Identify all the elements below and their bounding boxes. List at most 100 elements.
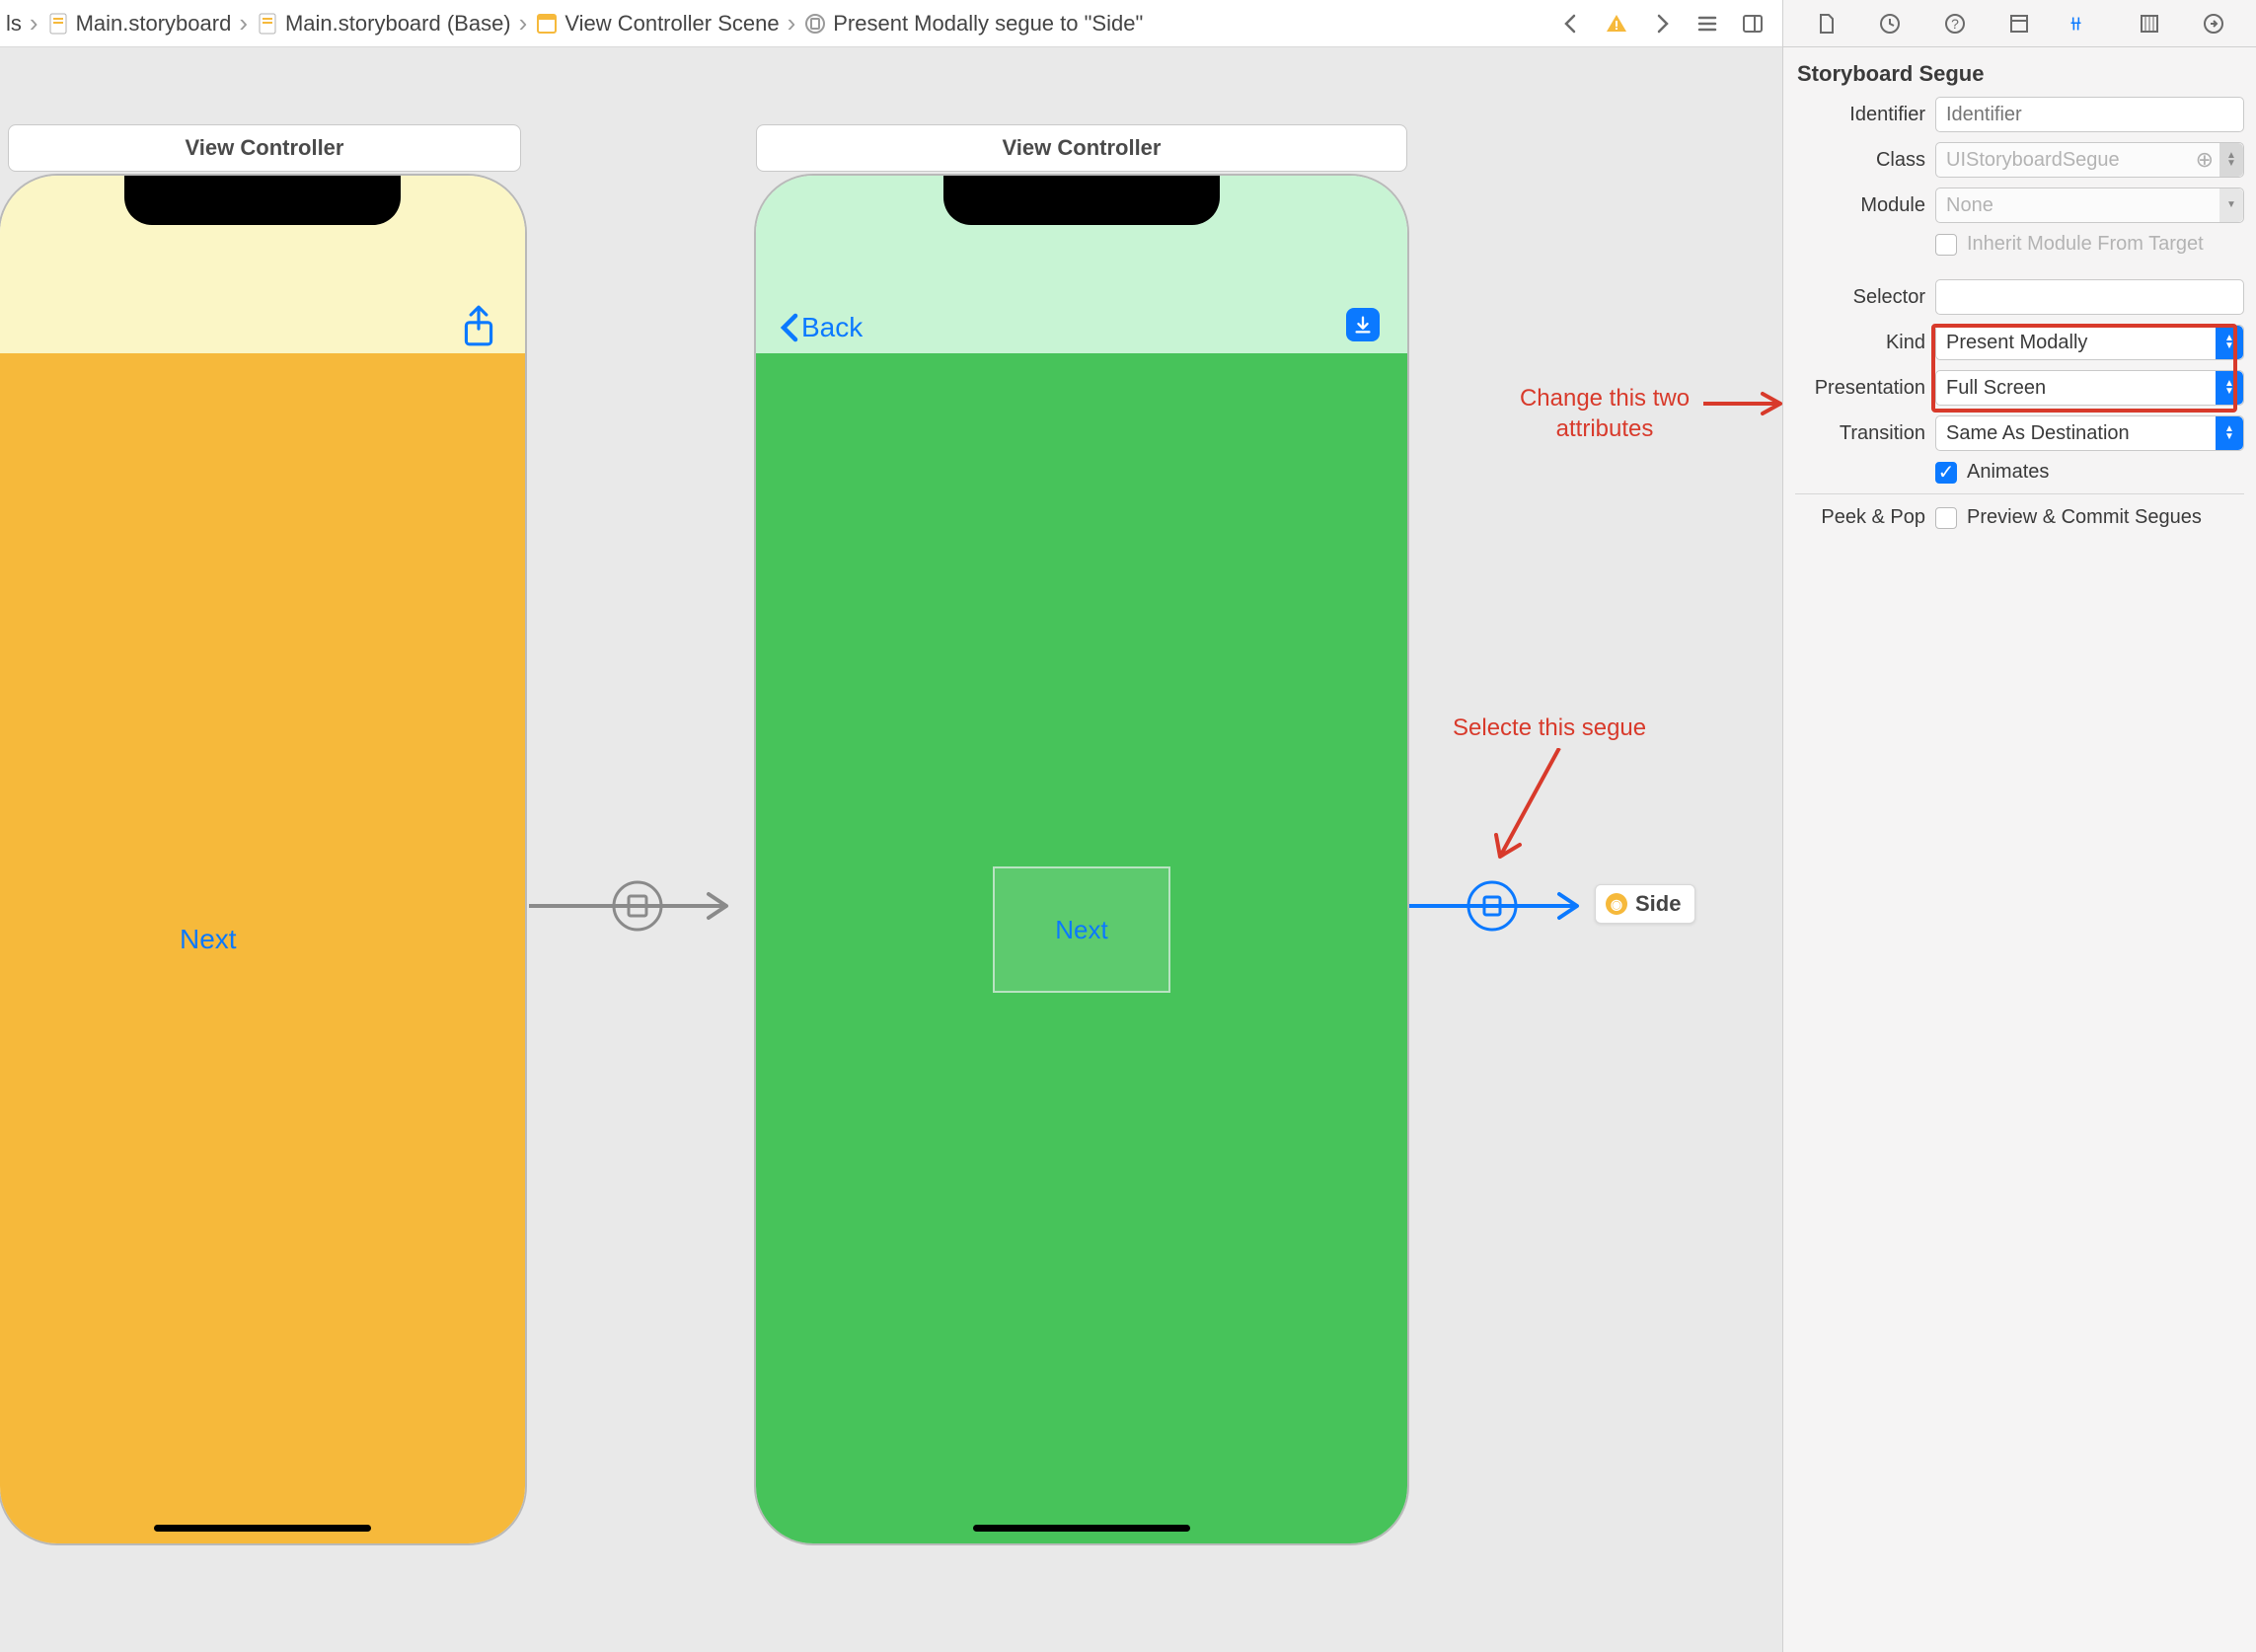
field-label: Presentation xyxy=(1795,377,1935,400)
assistant-toggle-button[interactable] xyxy=(1739,10,1767,38)
transition-select[interactable]: Same As Destination ▲▼ xyxy=(1935,415,2244,451)
identity-inspector-tab[interactable] xyxy=(2002,7,2036,40)
viewcontroller-icon: ◉ xyxy=(1606,893,1627,915)
svg-text:?: ? xyxy=(1951,16,1959,32)
connections-inspector-tab[interactable] xyxy=(2197,7,2230,40)
breadcrumb-label: ls xyxy=(6,11,22,37)
select-value: Present Modally xyxy=(1946,332,2087,354)
history-back-button[interactable] xyxy=(1557,10,1585,38)
checkbox-label: Animates xyxy=(1967,461,2049,484)
inspector-tab-bar: ? xyxy=(1783,0,2256,47)
scene-title-bar[interactable]: View Controller xyxy=(756,124,1407,172)
history-forward-button[interactable] xyxy=(1648,10,1676,38)
field-label: Module xyxy=(1795,194,1935,217)
dropdown-arrow-icon: ▲▼ xyxy=(2219,143,2243,177)
device-frame-2[interactable]: Back Next xyxy=(754,174,1409,1545)
chevron-right-icon: › xyxy=(30,8,38,38)
checkbox-label: Preview & Commit Segues xyxy=(1967,506,2202,529)
home-indicator xyxy=(154,1525,371,1532)
storyboard-canvas[interactable]: View Controller Next View xyxy=(0,47,1782,1652)
chevron-left-icon xyxy=(780,313,799,342)
storyboard-file-icon xyxy=(256,12,279,36)
breadcrumb: ls › Main.storyboard › Main.storyboard (… xyxy=(0,8,1542,38)
field-label: Peek & Pop xyxy=(1795,506,1935,529)
separator xyxy=(1795,493,2244,494)
share-icon[interactable] xyxy=(460,304,497,352)
animates-checkbox[interactable]: ✓ xyxy=(1935,462,1957,484)
field-label: Kind xyxy=(1795,332,1935,354)
breadcrumb-item[interactable]: Present Modally segue to "Side" xyxy=(803,11,1143,37)
annotation-text: Selecte this segue xyxy=(1453,713,1646,743)
chevron-right-icon: › xyxy=(239,8,248,38)
next-button[interactable]: Next xyxy=(1055,915,1107,945)
scene-title-bar[interactable]: View Controller xyxy=(8,124,521,172)
kind-select[interactable]: Present Modally ▲▼ xyxy=(1935,325,2244,360)
identifier-input[interactable] xyxy=(1935,97,2244,132)
scene-reference-label: Side xyxy=(1635,891,1681,917)
annotation-line: Change this two xyxy=(1520,385,1690,412)
device-notch xyxy=(943,176,1220,225)
scene-reference-chip[interactable]: ◉ Side xyxy=(1595,884,1695,924)
select-value: UIStoryboardSegue xyxy=(1946,149,2120,172)
breadcrumb-label: Present Modally segue to "Side" xyxy=(833,11,1143,37)
field-label: Identifier xyxy=(1795,104,1935,126)
help-inspector-tab[interactable]: ? xyxy=(1938,7,1972,40)
inspector-panel: ? .insp-tabs .t.active svg:first-child p… xyxy=(1782,0,2256,1652)
annotation-text: Change this two attributes xyxy=(1496,383,1713,444)
outline-toggle-button[interactable] xyxy=(1693,10,1721,38)
breadcrumb-label: Main.storyboard (Base) xyxy=(285,11,511,37)
editor-top-bar: ls › Main.storyboard › Main.storyboard (… xyxy=(0,0,1782,47)
home-indicator xyxy=(973,1525,1190,1532)
dropdown-arrow-icon: ▲▼ xyxy=(2216,326,2243,359)
chevron-right-icon: › xyxy=(519,8,528,38)
breadcrumb-item[interactable]: Main.storyboard xyxy=(46,11,232,37)
field-label: Selector xyxy=(1795,286,1935,309)
dropdown-arrow-icon: ▼ xyxy=(2219,188,2243,222)
download-icon[interactable] xyxy=(1346,308,1380,341)
history-inspector-tab[interactable] xyxy=(1873,7,1907,40)
inspector-section-title: Storyboard Segue xyxy=(1797,61,2244,87)
module-select[interactable]: None ▼ xyxy=(1935,188,2244,223)
select-value: Same As Destination xyxy=(1946,422,2130,445)
attributes-inspector-tab[interactable] xyxy=(2068,7,2101,40)
select-value: Full Screen xyxy=(1946,377,2046,400)
file-inspector-tab[interactable] xyxy=(1809,7,1842,40)
container-view[interactable]: Next xyxy=(993,866,1170,993)
selector-input[interactable] xyxy=(1935,279,2244,315)
segue-icon xyxy=(803,12,827,36)
field-label: Transition xyxy=(1795,422,1935,445)
preview-commit-checkbox[interactable] xyxy=(1935,507,1957,529)
breadcrumb-label: Main.storyboard xyxy=(76,11,232,37)
back-label: Back xyxy=(801,312,863,343)
next-button[interactable]: Next xyxy=(180,924,237,955)
breadcrumb-item[interactable]: ls xyxy=(6,11,22,37)
scene-title: View Controller xyxy=(1003,135,1162,160)
dropdown-arrow-icon: ▲▼ xyxy=(2216,371,2243,405)
inherit-module-checkbox[interactable] xyxy=(1935,234,1957,256)
annotation-arrow-icon xyxy=(1703,389,1782,418)
field-label: Class xyxy=(1795,149,1935,172)
scene-icon xyxy=(535,12,559,36)
chevron-right-icon: › xyxy=(788,8,796,38)
plus-icon[interactable]: ⊕ xyxy=(2196,147,2214,173)
annotation-arrow-icon xyxy=(1480,748,1579,876)
select-value: None xyxy=(1946,194,1993,217)
device-notch xyxy=(124,176,401,225)
breadcrumb-item[interactable]: View Controller Scene xyxy=(535,11,779,37)
annotation-line: attributes xyxy=(1556,415,1654,442)
breadcrumb-label: View Controller Scene xyxy=(564,11,779,37)
segue-arrow-push[interactable] xyxy=(529,876,756,936)
checkbox-label: Inherit Module From Target xyxy=(1967,233,2204,256)
segue-arrow-modal-selected[interactable] xyxy=(1409,876,1607,936)
warning-icon[interactable] xyxy=(1603,10,1630,38)
size-inspector-tab[interactable] xyxy=(2133,7,2166,40)
class-select[interactable]: UIStoryboardSegue ⊕ ▲▼ xyxy=(1935,142,2244,178)
device1-content-area xyxy=(0,353,525,1543)
device-frame-1[interactable]: Next xyxy=(0,174,527,1545)
storyboard-file-icon xyxy=(46,12,70,36)
presentation-select[interactable]: Full Screen ▲▼ xyxy=(1935,370,2244,406)
back-button[interactable]: Back xyxy=(780,312,863,343)
breadcrumb-item[interactable]: Main.storyboard (Base) xyxy=(256,11,511,37)
scene-title: View Controller xyxy=(186,135,344,160)
dropdown-arrow-icon: ▲▼ xyxy=(2216,416,2243,450)
